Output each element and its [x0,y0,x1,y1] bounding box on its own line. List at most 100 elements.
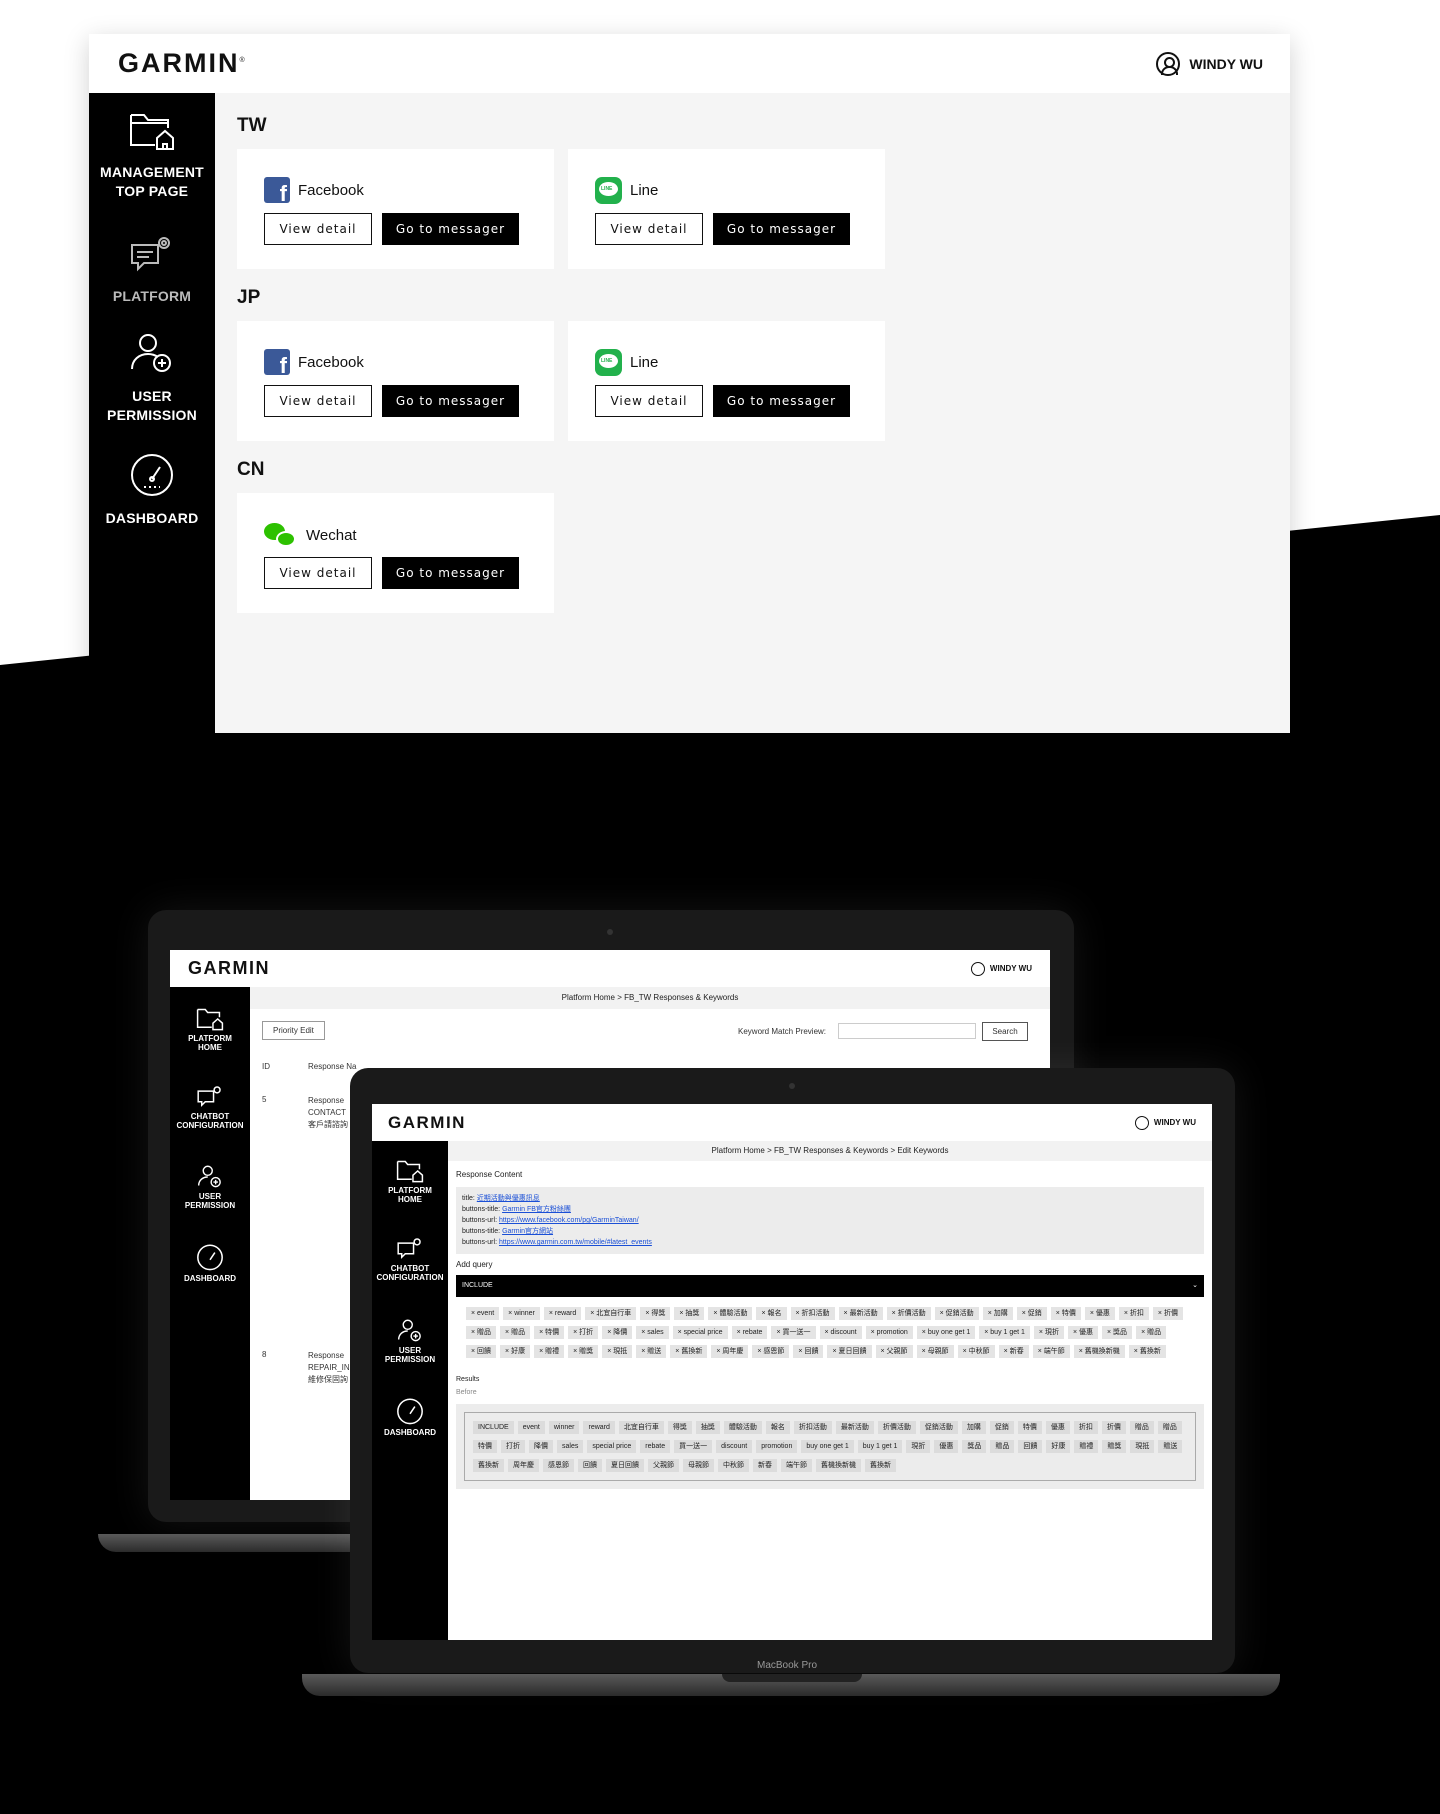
search-button[interactable]: Search [982,1022,1028,1041]
priority-edit-tab[interactable]: Priority Edit [262,1021,325,1040]
keyword-tag[interactable]: × 贈品 [1136,1326,1167,1339]
keyword-tag[interactable]: × buy one get 1 [916,1326,976,1339]
result-tag: 折扣活動 [793,1421,832,1434]
result-tag: 新春 [753,1459,777,1472]
keyword-tag[interactable]: × 促銷活動 [934,1307,979,1320]
keyword-tag[interactable]: × 打折 [568,1326,599,1339]
back-top-bar: GARMIN WINDY WU [170,950,1050,987]
keyword-tag[interactable]: × winner [503,1307,540,1320]
keyword-tag[interactable]: × 報名 [756,1307,787,1320]
keyword-tag[interactable]: × 獎品 [1102,1326,1133,1339]
nav-label: PLATFORM HOME [188,1034,232,1052]
keyword-tag[interactable]: × 折價活動 [886,1307,931,1320]
front-nav-chatbot-configuration[interactable]: CHATBOT CONFIGURATION [372,1227,448,1291]
nav-label: DASHBOARD [184,1274,236,1283]
include-dropdown[interactable]: INCLUDE ⌄ [456,1275,1204,1297]
keyword-tag[interactable]: × 特價 [534,1326,565,1339]
back-nav-platform-home[interactable]: PLATFORM HOME [170,997,250,1061]
result-tag: winner [548,1421,580,1434]
keyword-tag[interactable]: × 降價 [602,1326,633,1339]
result-tag: 折價活動 [877,1421,916,1434]
keyword-tag[interactable]: × 贈獎 [568,1345,599,1358]
keyword-tag[interactable]: × 加購 [982,1307,1013,1320]
keyword-tag[interactable]: × 優惠 [1084,1307,1115,1320]
go-to-messager-button[interactable]: Go to messager [713,385,850,417]
keyword-tag[interactable]: × 最新活動 [838,1307,883,1320]
keyword-tag[interactable]: × 贈送 [636,1345,667,1358]
keyword-tag[interactable]: × event [466,1307,500,1320]
keyword-tag[interactable]: × 特價 [1050,1307,1081,1320]
keyword-tag[interactable]: × sales [636,1326,669,1339]
response-link[interactable]: https://www.facebook.com/pg/GarminTaiwan… [499,1217,639,1224]
keyword-tag[interactable]: × 舊機換新機 [1073,1345,1125,1358]
response-line: buttons-title: Garmin FB官方粉絲團 [462,1204,1198,1215]
back-nav-dashboard[interactable]: DASHBOARD [170,1235,250,1292]
keyword-tag[interactable]: × 抽獎 [674,1307,705,1320]
keyword-tag[interactable]: × 感恩節 [752,1345,790,1358]
keyword-tag[interactable]: × 好康 [500,1345,531,1358]
keyword-tag[interactable]: × 得獎 [640,1307,671,1320]
result-tag: INCLUDE [473,1421,514,1434]
keyword-tag[interactable]: × 折扣活動 [790,1307,835,1320]
keyword-tag[interactable]: × rebate [731,1326,768,1339]
keyword-tag[interactable]: × 夏日回饋 [827,1345,872,1358]
view-detail-button[interactable]: View detail [595,213,703,245]
keyword-tag[interactable]: × 體驗活動 [708,1307,753,1320]
go-to-messager-button[interactable]: Go to messager [713,213,850,245]
keyword-tag[interactable]: × 中秋節 [957,1345,995,1358]
go-to-messager-button[interactable]: Go to messager [382,385,519,417]
response-link[interactable]: https://www.garmin.com.tw/mobile/#latest… [499,1239,652,1246]
sidebar-item-dashboard[interactable]: DASHBOARD [89,453,215,528]
keyword-tag[interactable]: × buy 1 get 1 [979,1326,1030,1339]
keyword-tag[interactable]: × 舊換新 [1128,1345,1166,1358]
go-to-messager-button[interactable]: Go to messager [382,557,519,589]
front-nav-user-permission[interactable]: USER PERMISSION [372,1309,448,1373]
go-to-messager-button[interactable]: Go to messager [382,213,519,245]
response-link[interactable]: Garmin官方網站 [502,1228,553,1235]
keyword-match-input[interactable] [838,1023,976,1039]
keyword-tag[interactable]: × 父親節 [875,1345,913,1358]
view-detail-button[interactable]: View detail [595,385,703,417]
response-key: buttons-url: [462,1239,499,1246]
sidebar-item-user-permission[interactable]: USER PERMISSION [89,331,215,425]
keyword-tag[interactable]: × 買一送一 [771,1326,816,1339]
keyword-tag[interactable]: × 折扣 [1118,1307,1149,1320]
keyword-tag[interactable]: × 現抵 [602,1345,633,1358]
front-nav-dashboard[interactable]: DASHBOARD [372,1389,448,1446]
view-detail-button[interactable]: View detail [264,385,372,417]
keyword-tag[interactable]: × 回饋 [793,1345,824,1358]
keyword-tag[interactable]: × reward [543,1307,582,1320]
keyword-tag[interactable]: × 現折 [1033,1326,1064,1339]
platform-card-cn-wechat: Wechat View detail Go to messager [237,493,554,613]
keyword-tag[interactable]: × 舊換新 [670,1345,708,1358]
view-detail-button[interactable]: View detail [264,213,372,245]
keyword-tag[interactable]: × 贈品 [466,1326,497,1339]
keyword-tag[interactable]: × 端午節 [1032,1345,1070,1358]
keyword-tag[interactable]: × 母親節 [916,1345,954,1358]
response-link[interactable]: 近期活動與優惠訊息 [477,1195,540,1202]
back-nav-user-permission[interactable]: USER PERMISSION [170,1155,250,1219]
view-detail-button[interactable]: View detail [264,557,372,589]
front-nav-platform-home[interactable]: PLATFORM HOME [372,1149,448,1213]
keyword-tag[interactable]: × 贈品 [500,1326,531,1339]
keyword-tag[interactable]: × promotion [865,1326,913,1339]
keyword-tag[interactable]: × 周年慶 [711,1345,749,1358]
sidebar-item-platform[interactable]: PLATFORM [89,233,215,306]
keyword-tag[interactable]: × 優惠 [1067,1326,1099,1339]
keyword-tag[interactable]: × 北宜自行車 [585,1307,637,1320]
keyword-tag[interactable]: × special price [672,1326,728,1339]
response-link[interactable]: Garmin FB官方粉絲團 [502,1206,571,1213]
back-nav-chatbot-configuration[interactable]: CHATBOT CONFIGURATION [170,1075,250,1139]
sidebar-item-management-top-page[interactable]: MANAGEMENT TOP PAGE [89,109,215,201]
keyword-tag[interactable]: × 折價 [1152,1307,1183,1320]
user-add-icon [197,1165,221,1188]
line-icon: LINE [595,349,622,376]
keyword-tag[interactable]: × 回饋 [466,1345,497,1358]
keyword-tag[interactable]: × 促銷 [1016,1307,1047,1320]
keyword-tag[interactable]: × discount [819,1326,862,1339]
result-tag: 降價 [529,1440,553,1453]
keyword-tag[interactable]: × 新春 [998,1345,1029,1358]
user-menu[interactable]: WINDY WU [1156,51,1263,76]
garmin-logo[interactable]: GARMIN® [118,48,247,79]
keyword-tag[interactable]: × 贈禮 [534,1345,565,1358]
